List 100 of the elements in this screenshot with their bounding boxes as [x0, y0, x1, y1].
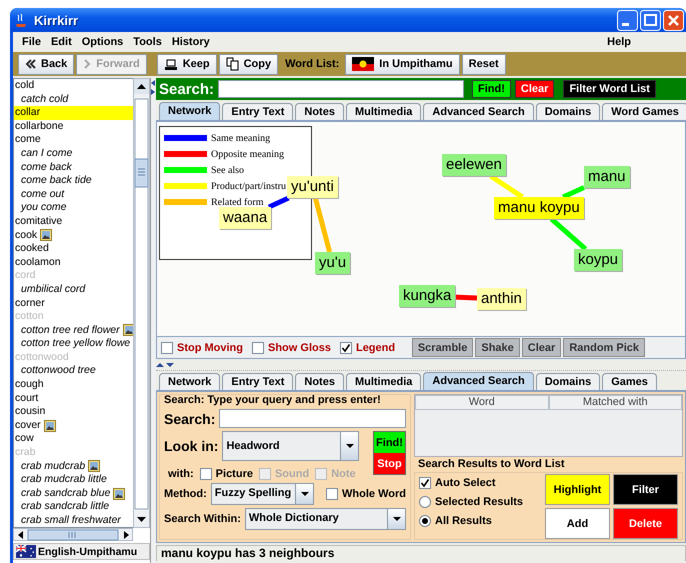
checkbox-label: Picture	[216, 468, 253, 480]
checkbox-label: Show Gloss	[268, 342, 331, 354]
word-list-item[interactable]: cover	[14, 418, 133, 432]
legend-label: See also	[211, 164, 244, 176]
word-list-label: Word List:	[285, 58, 340, 70]
checkbox-label: Auto Select	[435, 477, 496, 489]
word-list-item[interactable]: cow	[14, 432, 133, 446]
checkbox-label: Sound	[274, 468, 310, 480]
menu-item[interactable]: History	[166, 36, 215, 48]
method-dropdown[interactable]: Fuzzy Spelling	[210, 483, 314, 505]
back-button[interactable]: Back	[18, 54, 74, 74]
tab[interactable]: Domains	[536, 373, 600, 390]
word-list-item[interactable]: comitative	[14, 214, 133, 229]
word-list-item[interactable]: crab small freshwater	[14, 514, 133, 527]
tab[interactable]: Domains	[536, 103, 600, 120]
tab[interactable]: Entry Text	[222, 373, 294, 390]
word-list-item[interactable]: come out	[14, 188, 133, 202]
menu-item[interactable]: Tools	[128, 36, 167, 48]
find-button[interactable]: Find!	[374, 432, 405, 453]
word-list-item[interactable]: cooked	[14, 242, 133, 256]
tab[interactable]: Advanced Search	[423, 103, 534, 120]
tab[interactable]: Notes	[295, 103, 344, 120]
word-list-item[interactable]: crab sandcrab little	[14, 500, 133, 514]
reset-button[interactable]: Reset	[462, 54, 506, 74]
word-node[interactable]: manu koypu	[494, 197, 584, 219]
legend-label: Related form	[211, 196, 264, 208]
word-list-item[interactable]: crab mudcrab little	[14, 473, 133, 487]
word-node[interactable]: manu	[584, 166, 630, 188]
word-list-item[interactable]: coolamon	[14, 256, 133, 270]
tab[interactable]: Network	[159, 102, 220, 120]
word-list-item[interactable]: umbilical cord	[14, 282, 133, 296]
tab[interactable]: Multimedia	[346, 373, 422, 390]
field-label: with:	[168, 468, 194, 480]
word-list-item[interactable]: cousin	[14, 405, 133, 419]
word-node[interactable]: eelewen	[442, 154, 506, 176]
checkbox-label: Whole Word	[342, 488, 406, 500]
word-node[interactable]: kungka	[399, 285, 456, 307]
filter-button[interactable]: Filter	[613, 474, 678, 505]
find-button[interactable]: Find!	[472, 80, 511, 98]
checkbox-label: Note	[331, 468, 356, 480]
network-button[interactable]: Random Pick	[563, 338, 645, 357]
word-list-item[interactable]: cotton tree yellow flowe	[14, 337, 133, 351]
menu-item[interactable]: Help	[602, 36, 636, 48]
word-list-item[interactable]: come back tide	[14, 174, 133, 188]
word-list-item[interactable]: come back	[14, 160, 133, 174]
tab[interactable]: Games	[602, 373, 657, 390]
menu-item[interactable]: Options	[76, 36, 128, 48]
word-list-item[interactable]: cook	[14, 228, 133, 242]
field-label: Search:	[164, 410, 216, 426]
delete-button[interactable]: Delete	[613, 508, 678, 539]
menu-item[interactable]: Edit	[46, 36, 77, 48]
column-header[interactable]: Word	[415, 395, 548, 410]
group-title: Search: Type your query and press enter!	[164, 394, 382, 406]
highlight-button[interactable]: Highlight	[545, 474, 610, 505]
word-list-item[interactable]: crab sandcrab blue	[14, 486, 133, 500]
keep-button[interactable]: Keep	[156, 54, 217, 74]
word-node[interactable]: waana	[219, 207, 272, 229]
word-list-item[interactable]: collarbone	[14, 120, 133, 134]
search-label: Search:	[159, 80, 214, 98]
search-within-dropdown[interactable]: Whole Dictionary	[244, 508, 406, 530]
stop-button[interactable]: Stop	[374, 453, 405, 474]
field-label: Method:	[164, 488, 207, 500]
legend-label: Same meaning	[211, 132, 270, 144]
filter-word-list-button[interactable]: Filter Word List	[563, 80, 656, 98]
tab[interactable]: Advanced Search	[423, 372, 534, 390]
tab[interactable]: Word Games	[602, 103, 686, 120]
clear-button[interactable]: Clear	[514, 80, 554, 98]
menu-item[interactable]: File	[17, 36, 46, 48]
network-button[interactable]: Clear	[522, 338, 562, 357]
tab[interactable]: Entry Text	[222, 103, 294, 120]
language-label: English-Umpithamu	[38, 546, 138, 558]
tab[interactable]: Notes	[295, 373, 344, 390]
word-list-item[interactable]: cottonwood tree	[14, 364, 133, 378]
copy-button[interactable]: Copy	[218, 54, 278, 74]
word-node[interactable]: koypu	[574, 249, 622, 271]
word-list-item[interactable]: collar	[14, 106, 133, 120]
word-list-item[interactable]: catch cold	[14, 92, 133, 106]
word-list-item[interactable]: come	[14, 133, 133, 147]
column-header[interactable]: Matched with	[548, 395, 682, 410]
word-list-item[interactable]: you come	[14, 201, 133, 215]
window-title: Kirrkirr	[34, 12, 78, 28]
field-label: Look in:	[164, 438, 218, 454]
word-node[interactable]: yu'unti	[287, 176, 338, 198]
word-list-item[interactable]: corner	[14, 296, 133, 310]
word-list-item[interactable]: court	[14, 392, 133, 406]
word-list-item[interactable]: can I come	[14, 146, 133, 161]
tab[interactable]: Network	[159, 373, 220, 390]
look-in-dropdown[interactable]: Headword	[222, 431, 359, 461]
word-list-button[interactable]: In Umpithamu	[345, 54, 460, 74]
radio-label: Selected Results	[435, 496, 524, 508]
add-button[interactable]: Add	[545, 508, 610, 539]
network-button[interactable]: Shake	[475, 338, 520, 357]
network-button[interactable]: Scramble	[412, 338, 474, 357]
word-list-item[interactable]: cough	[14, 378, 133, 392]
status-text: manu koypu has 3 neighbours	[156, 545, 686, 561]
tab[interactable]: Multimedia	[346, 103, 422, 120]
word-list-item[interactable]: crab mudcrab	[14, 460, 133, 474]
word-node[interactable]: anthin	[477, 288, 526, 310]
word-list-item[interactable]: cold	[14, 79, 133, 93]
word-node[interactable]: yu'u	[315, 252, 350, 274]
